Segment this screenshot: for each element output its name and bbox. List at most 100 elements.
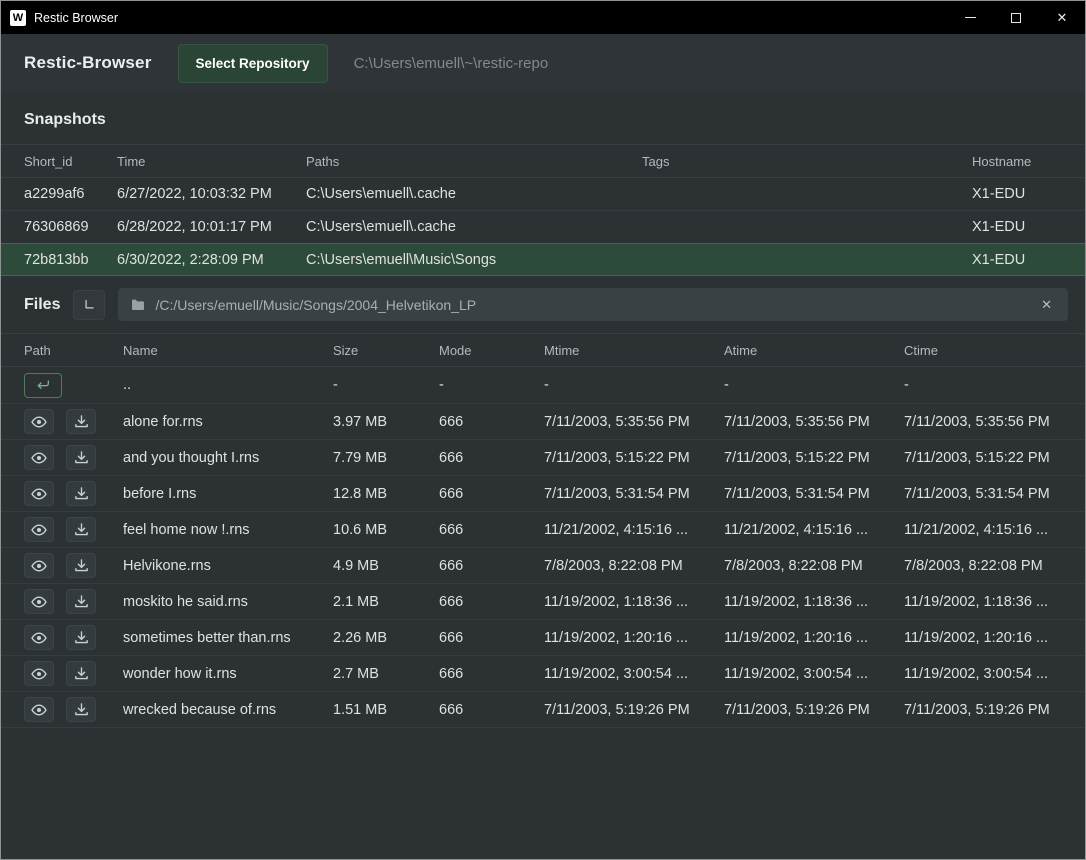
eye-icon <box>31 666 47 682</box>
return-arrow-icon <box>35 377 51 393</box>
close-icon: ✕ <box>1057 11 1068 24</box>
file-mode: 666 <box>439 594 544 610</box>
restore-file-button[interactable] <box>66 625 96 650</box>
files-view-toggle-button[interactable] <box>73 290 105 320</box>
column-header-ctime: Ctime <box>904 343 1062 358</box>
preview-file-button[interactable] <box>24 589 54 614</box>
app-window: W Restic Browser ✕ Restic-Browser Select… <box>0 0 1086 860</box>
snapshot-row[interactable]: a2299af6 6/27/2022, 10:03:32 PM C:\Users… <box>1 178 1085 211</box>
file-name: Helvikone.rns <box>123 558 333 574</box>
tree-view-icon <box>82 298 96 312</box>
eye-icon <box>31 414 47 430</box>
snapshot-row[interactable]: 72b813bb 6/30/2022, 2:28:09 PM C:\Users\… <box>1 243 1085 276</box>
restore-file-button[interactable] <box>66 517 96 542</box>
preview-file-button[interactable] <box>24 445 54 470</box>
snapshot-short-id: a2299af6 <box>24 186 117 202</box>
column-header-size: Size <box>333 343 439 358</box>
preview-file-button[interactable] <box>24 697 54 722</box>
file-name: feel home now !.rns <box>123 522 333 538</box>
file-atime: 11/21/2002, 4:15:16 ... <box>724 522 904 538</box>
current-path-input[interactable]: /C:/Users/emuell/Music/Songs/2004_Helvet… <box>118 288 1068 321</box>
download-icon <box>74 666 89 681</box>
minimize-button[interactable] <box>947 1 993 34</box>
eye-icon <box>31 702 47 718</box>
column-header-hostname: Hostname <box>972 154 1062 169</box>
file-atime: 11/19/2002, 1:18:36 ... <box>724 594 904 610</box>
restore-file-button[interactable] <box>66 553 96 578</box>
snapshot-hostname: X1-EDU <box>972 219 1062 235</box>
file-ctime: 7/11/2003, 5:35:56 PM <box>904 414 1062 430</box>
restore-file-button[interactable] <box>66 481 96 506</box>
titlebar[interactable]: W Restic Browser ✕ <box>1 1 1085 34</box>
file-mode: 666 <box>439 450 544 466</box>
download-icon <box>74 702 89 717</box>
preview-file-button[interactable] <box>24 481 54 506</box>
column-header-atime: Atime <box>724 343 904 358</box>
column-header-path: Path <box>24 343 123 358</box>
file-actions <box>24 445 123 470</box>
file-row: and you thought I.rns 7.79 MB 666 7/11/2… <box>1 440 1085 476</box>
snapshot-paths: C:\Users\emuell\Music\Songs <box>306 252 642 268</box>
file-actions <box>24 697 123 722</box>
snapshot-hostname: X1-EDU <box>972 252 1062 268</box>
app-header: Restic-Browser Select Repository C:\User… <box>1 34 1085 92</box>
file-mode: 666 <box>439 486 544 502</box>
files-heading: Files <box>24 296 60 314</box>
minimize-icon <box>965 17 976 18</box>
restore-file-button[interactable] <box>66 697 96 722</box>
column-header-tags: Tags <box>642 154 972 169</box>
file-size: 10.6 MB <box>333 522 439 538</box>
maximize-button[interactable] <box>993 1 1039 34</box>
file-mode: 666 <box>439 666 544 682</box>
download-icon <box>74 594 89 609</box>
file-atime: 11/19/2002, 3:00:54 ... <box>724 666 904 682</box>
preview-file-button[interactable] <box>24 661 54 686</box>
download-icon <box>74 522 89 537</box>
folder-icon <box>130 297 146 313</box>
restore-file-button[interactable] <box>66 661 96 686</box>
parent-dir-mode: - <box>439 377 544 393</box>
file-actions <box>24 481 123 506</box>
snapshot-paths: C:\Users\emuell\.cache <box>306 186 642 202</box>
restore-file-button[interactable] <box>66 445 96 470</box>
file-ctime: 7/8/2003, 8:22:08 PM <box>904 558 1062 574</box>
file-ctime: 7/11/2003, 5:15:22 PM <box>904 450 1062 466</box>
preview-file-button[interactable] <box>24 409 54 434</box>
parent-dir-row: .. - - - - - <box>1 367 1085 404</box>
parent-dir-actions <box>24 373 123 398</box>
file-mode: 666 <box>439 558 544 574</box>
file-size: 2.1 MB <box>333 594 439 610</box>
snapshot-row[interactable]: 76306869 6/28/2022, 10:01:17 PM C:\Users… <box>1 211 1085 244</box>
close-button[interactable]: ✕ <box>1039 1 1085 34</box>
file-actions <box>24 661 123 686</box>
preview-file-button[interactable] <box>24 553 54 578</box>
snapshot-time: 6/27/2022, 10:03:32 PM <box>117 186 306 202</box>
file-name: wonder how it.rns <box>123 666 333 682</box>
download-icon <box>74 558 89 573</box>
preview-file-button[interactable] <box>24 517 54 542</box>
download-icon <box>74 450 89 465</box>
snapshots-section: Snapshots Short_id Time Paths Tags Hostn… <box>1 92 1085 276</box>
eye-icon <box>31 486 47 502</box>
parent-dir-size: - <box>333 377 439 393</box>
file-atime: 7/8/2003, 8:22:08 PM <box>724 558 904 574</box>
file-size: 12.8 MB <box>333 486 439 502</box>
file-name: alone for.rns <box>123 414 333 430</box>
file-atime: 7/11/2003, 5:15:22 PM <box>724 450 904 466</box>
restore-file-button[interactable] <box>66 409 96 434</box>
files-table-body: alone for.rns 3.97 MB 666 7/11/2003, 5:3… <box>1 404 1085 728</box>
file-actions <box>24 589 123 614</box>
select-repository-button[interactable]: Select Repository <box>178 44 328 83</box>
preview-file-button[interactable] <box>24 625 54 650</box>
file-actions <box>24 517 123 542</box>
column-header-mode: Mode <box>439 343 544 358</box>
download-icon <box>74 630 89 645</box>
file-mode: 666 <box>439 702 544 718</box>
go-up-button[interactable] <box>24 373 62 398</box>
file-mode: 666 <box>439 630 544 646</box>
file-atime: 11/19/2002, 1:20:16 ... <box>724 630 904 646</box>
clear-path-button[interactable]: ✕ <box>1037 295 1056 315</box>
restore-file-button[interactable] <box>66 589 96 614</box>
file-ctime: 11/19/2002, 1:18:36 ... <box>904 594 1062 610</box>
snapshots-table-body: a2299af6 6/27/2022, 10:03:32 PM C:\Users… <box>1 178 1085 276</box>
